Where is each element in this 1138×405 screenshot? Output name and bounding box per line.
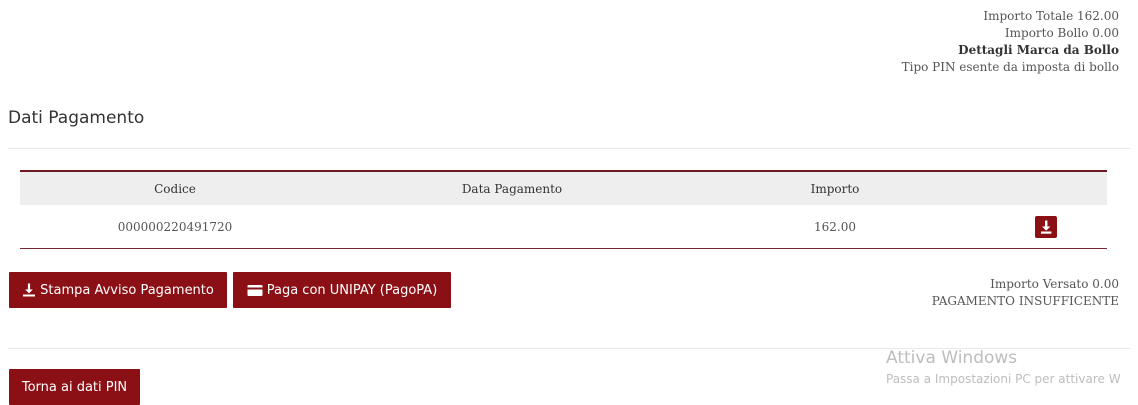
stampa-avviso-button[interactable]: Stampa Avviso Pagamento [9,272,227,308]
importo-versato: Importo Versato 0.00 [990,277,1119,291]
header-codice: Codice [154,181,196,196]
section-title: Dati Pagamento [8,108,145,128]
divider [8,148,1130,149]
stampa-avviso-label: Stampa Avviso Pagamento [40,282,214,298]
cell-importo: 162.00 [694,205,976,249]
cell-data-pagamento [330,205,694,249]
header-importo: Importo [810,181,860,196]
header-actions [976,171,1107,205]
payments-table: Codice Data Pagamento Importo 0000002204… [20,170,1107,249]
importo-totale: Importo Totale 162.00 [983,9,1119,23]
header-data-pagamento: Data Pagamento [461,181,563,196]
credit-card-icon [247,284,263,296]
cell-actions [976,205,1107,249]
dettagli-marca-da-bollo: Dettagli Marca da Bollo [958,43,1119,57]
paga-unipay-button[interactable]: Paga con UNIPAY (PagoPA) [233,272,451,308]
totals-summary: Importo Totale 162.00 Importo Bollo 0.00… [902,8,1119,76]
watermark-title: Attiva Windows [886,348,1018,368]
download-icon [23,283,36,297]
payment-outcome: PAGAMENTO INSUFFICENTE [931,294,1119,308]
download-icon [1040,220,1051,234]
watermark-subtitle: Passa a Impostazioni PC per attivare W [886,372,1121,386]
tipo-pin: Tipo PIN esente da imposta di bollo [901,60,1119,74]
table-header-row: Codice Data Pagamento Importo [20,171,1107,205]
payment-status: Importo Versato 0.00 PAGAMENTO INSUFFICE… [932,276,1119,310]
torna-dati-pin-label: Torna ai dati PIN [21,379,128,395]
paga-unipay-label: Paga con UNIPAY (PagoPA) [266,282,438,298]
table-row: 000000220491720 162.00 [20,205,1107,249]
torna-dati-pin-button[interactable]: Torna ai dati PIN [9,369,140,405]
download-row-button[interactable] [1034,215,1057,238]
windows-activation-watermark: Attiva Windows Passa a Impostazioni PC p… [886,348,1121,388]
payments-table-container: Codice Data Pagamento Importo 0000002204… [20,170,1107,249]
importo-bollo: Importo Bollo 0.00 [1004,26,1119,40]
cell-codice: 000000220491720 [20,205,330,249]
